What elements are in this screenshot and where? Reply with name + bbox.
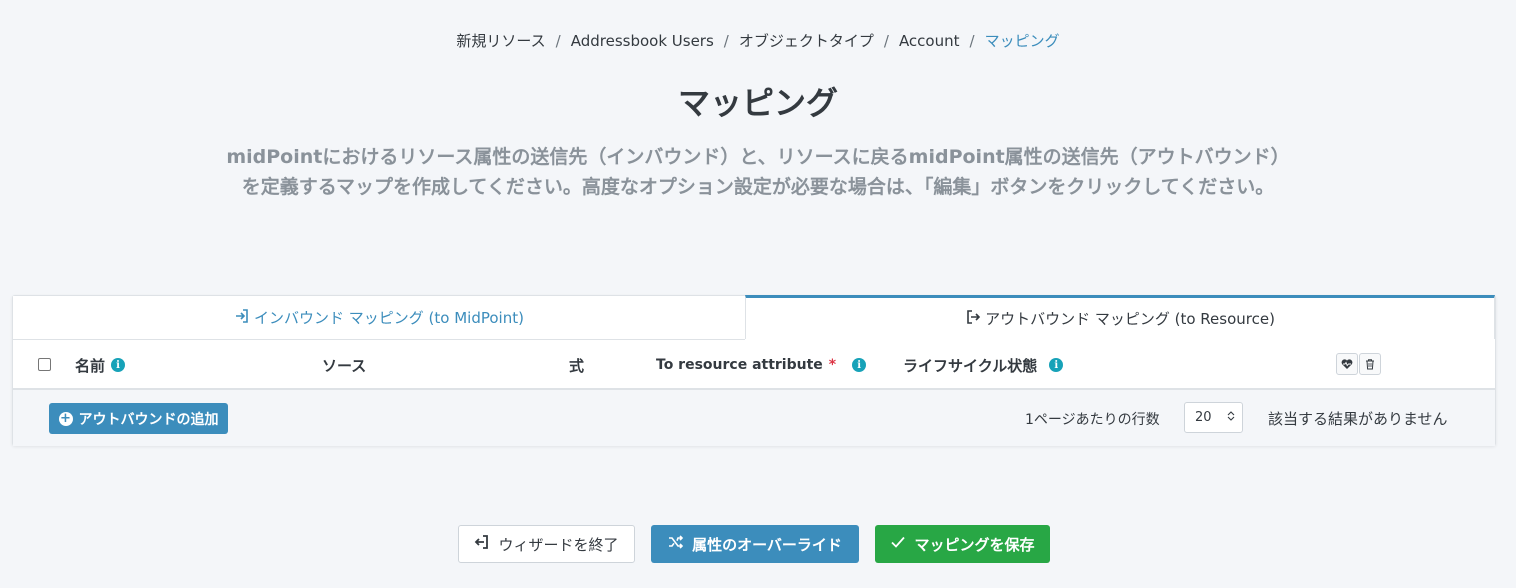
tab-inbound-mappings[interactable]: インバウンド マッピング (to MidPoint) (13, 296, 745, 340)
exit-wizard-button[interactable]: ウィザードを終了 (458, 525, 635, 563)
save-mapping-button[interactable]: マッピングを保存 (875, 525, 1050, 563)
breadcrumb-separator: / (723, 31, 729, 50)
breadcrumb-separator: / (969, 31, 975, 50)
tab-outbound-mappings[interactable]: アウトバウンド マッピング (to Resource) (745, 295, 1495, 339)
shuffle-icon (668, 534, 684, 554)
exit-icon (474, 534, 490, 554)
mapping-panel: インバウンド マッピング (to MidPoint) アウトバウンド マッピング… (12, 295, 1496, 446)
check-icon (890, 534, 906, 554)
breadcrumb-item-resource[interactable]: Addressbook Users (571, 32, 714, 50)
no-results-text: 該当する結果がありません (1268, 410, 1448, 428)
column-expression-label: 式 (569, 356, 585, 375)
select-all-checkbox[interactable] (38, 358, 51, 371)
heartbeat-button[interactable] (1336, 353, 1358, 375)
column-lifecycle-label: ライフサイクル状態 (903, 356, 1038, 375)
add-outbound-button[interactable]: + アウトバウンドの追加 (49, 403, 228, 434)
breadcrumb-separator: / (883, 31, 889, 50)
table-footer: + アウトバウンドの追加 1ページあたりの行数 20 該当する結果がありません (13, 390, 1495, 446)
required-marker: * (828, 357, 837, 373)
delete-selected-button[interactable] (1359, 353, 1381, 375)
add-outbound-label: アウトバウンドの追加 (78, 411, 219, 428)
sign-in-icon (234, 308, 250, 328)
tab-inbound-label: インバウンド マッピング (to MidPoint) (254, 309, 524, 327)
breadcrumb: 新規リソース / Addressbook Users / オブジェクトタイプ /… (0, 30, 1516, 51)
breadcrumb-item-new-resource[interactable]: 新規リソース (456, 30, 545, 51)
info-icon[interactable]: i (1049, 358, 1064, 372)
table-header: 名前 i ソース 式 To resource attribute * i ライフ… (13, 340, 1495, 390)
column-name-label: 名前 (75, 356, 106, 375)
page-title: マッピング (677, 84, 838, 122)
override-attributes-button[interactable]: 属性のオーバーライド (651, 525, 859, 563)
breadcrumb-item-current: マッピング (984, 32, 1060, 50)
save-mapping-label: マッピングを保存 (914, 535, 1035, 554)
column-source-label: ソース (322, 356, 367, 375)
page-description: midPointにおけるリソース属性の送信先（インバウンド）と、リソースに戻るm… (226, 146, 1290, 198)
chevron-updown-icon (1227, 410, 1235, 425)
mapping-tabs: インバウンド マッピング (to MidPoint) アウトバウンド マッピング… (13, 295, 1495, 340)
column-header-lifecycle[interactable]: ライフサイクル状態 i (903, 340, 1064, 390)
exit-wizard-label: ウィザードを終了 (498, 535, 619, 554)
column-header-target-attribute[interactable]: To resource attribute * i (656, 340, 867, 390)
heart-pulse-icon (1341, 355, 1353, 374)
breadcrumb-separator: / (555, 31, 561, 50)
rows-per-page-value: 20 (1195, 410, 1212, 425)
breadcrumb-item-account[interactable]: Account (899, 32, 960, 50)
tab-outbound-label: アウトバウンド マッピング (to Resource) (985, 310, 1275, 328)
rows-per-page-select[interactable]: 20 (1184, 402, 1243, 433)
wizard-actions: ウィザードを終了 属性のオーバーライド マッピングを保存 (0, 525, 1516, 563)
column-target-label: To resource attribute (656, 357, 823, 373)
column-header-expression: 式 (569, 340, 584, 390)
sign-out-icon (965, 309, 981, 329)
info-icon[interactable]: i (111, 358, 126, 372)
info-icon[interactable]: i (852, 358, 867, 372)
column-header-source: ソース (322, 340, 366, 390)
column-header-name[interactable]: 名前 i (75, 340, 126, 390)
trash-icon (1364, 355, 1376, 374)
breadcrumb-item-object-type[interactable]: オブジェクトタイプ (739, 30, 874, 51)
rows-per-page-label: 1ページあたりの行数 (1025, 411, 1160, 428)
override-attributes-label: 属性のオーバーライド (692, 535, 842, 554)
plus-circle-icon: + (58, 411, 73, 426)
